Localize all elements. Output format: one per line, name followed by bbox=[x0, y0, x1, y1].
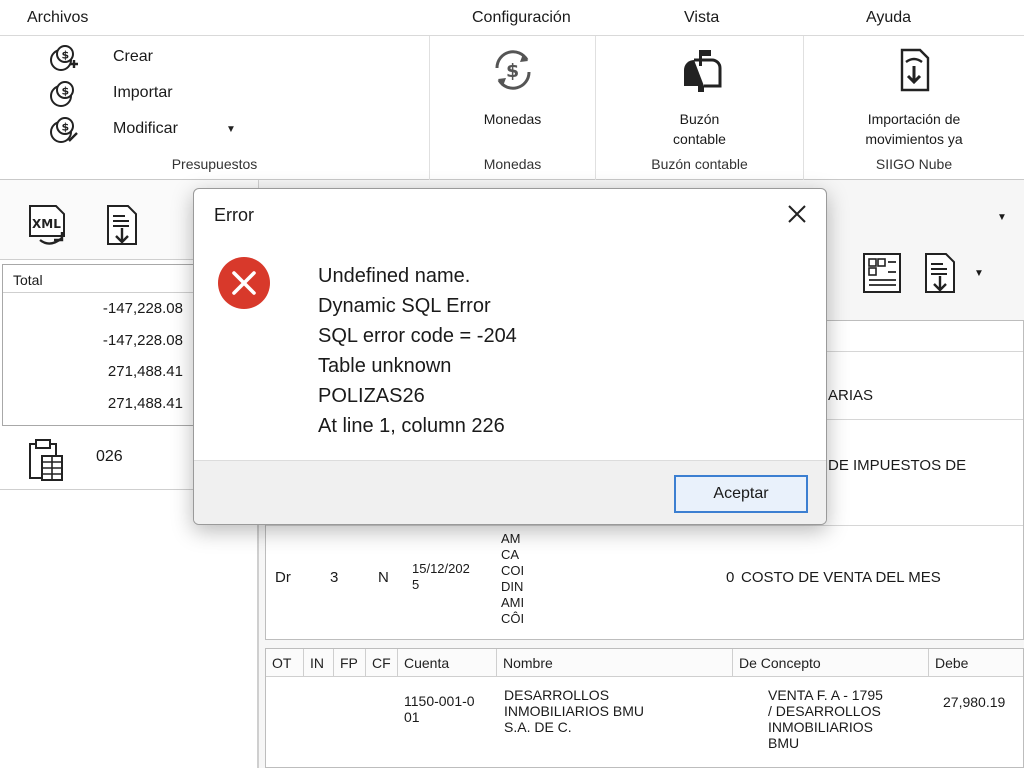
importacion-movimientos-button[interactable]: Importación de movimientos ya bbox=[804, 46, 1024, 149]
xml-label: XML bbox=[32, 217, 61, 231]
menu-ayuda[interactable]: Ayuda bbox=[866, 9, 911, 27]
importar-label: Importar bbox=[113, 84, 173, 101]
detail-grid: OT IN FP CF Cuenta Nombre De Concepto De… bbox=[265, 648, 1024, 768]
error-line: Table unknown bbox=[318, 355, 452, 377]
group-monedas: $ Monedas Monedas bbox=[430, 36, 596, 180]
group-title-monedas: Monedas bbox=[483, 156, 542, 172]
error-dialog: Error Undefined name. Dynamic SQL Error … bbox=[193, 188, 827, 525]
column-header-debe[interactable]: Debe bbox=[929, 649, 1023, 677]
crear-label: Crear bbox=[113, 48, 154, 65]
error-line: At line 1, column 226 bbox=[318, 415, 505, 437]
entry-number[interactable]: 3 bbox=[330, 569, 338, 586]
column-header-in[interactable]: IN bbox=[304, 649, 334, 677]
mailbox-icon bbox=[683, 50, 721, 92]
entry-date[interactable]: 15/12/202 5 bbox=[412, 561, 470, 593]
entry-type[interactable]: Dr bbox=[275, 569, 291, 586]
partial-row-text[interactable]: DE IMPUESTOS DE bbox=[828, 457, 966, 474]
svg-text:$: $ bbox=[62, 85, 70, 98]
entry-truncated-name[interactable]: AM CA COI DIN AMI CÔI bbox=[501, 531, 524, 627]
column-header-de-concepto[interactable]: De Concepto bbox=[733, 649, 929, 677]
svg-text:$: $ bbox=[62, 49, 70, 62]
column-header-nombre[interactable]: Nombre bbox=[497, 649, 733, 677]
detail-debe[interactable]: 27,980.19 bbox=[943, 694, 1005, 710]
chevron-down-icon[interactable]: ▼ bbox=[974, 268, 984, 279]
crear-button[interactable]: $ Crear bbox=[48, 42, 153, 72]
svg-text:$: $ bbox=[62, 121, 70, 134]
monedas-button[interactable]: $ Monedas bbox=[430, 46, 595, 129]
chevron-down-icon[interactable]: ▼ bbox=[997, 212, 1007, 223]
menu-configuracion[interactable]: Configuración bbox=[472, 9, 571, 27]
group-siigo: Importación de movimientos ya SIIGO Nube bbox=[804, 36, 1024, 180]
error-line: SQL error code = -204 bbox=[318, 325, 517, 347]
document-download-icon[interactable] bbox=[922, 252, 958, 296]
xml-export-icon[interactable]: XML bbox=[26, 204, 72, 248]
error-message: Undefined name. Dynamic SQL Error SQL er… bbox=[318, 261, 517, 441]
chevron-down-icon[interactable]: ▼ bbox=[226, 124, 236, 135]
menu-archivos[interactable]: Archivos bbox=[27, 9, 88, 27]
document-download-icon[interactable] bbox=[104, 204, 140, 248]
entry-amount[interactable]: 0 bbox=[726, 569, 734, 586]
column-header-cuenta[interactable]: Cuenta bbox=[398, 649, 497, 677]
currency-exchange-icon: $ bbox=[494, 50, 531, 90]
record-number: 026 bbox=[96, 448, 123, 465]
menu-vista[interactable]: Vista bbox=[684, 9, 719, 27]
column-header-fp[interactable]: FP bbox=[334, 649, 366, 677]
svg-text:$: $ bbox=[506, 60, 519, 82]
detail-nombre[interactable]: DESARROLLOS INMOBILIARIOS BMU S.A. DE C. bbox=[504, 687, 644, 735]
entry-flag[interactable]: N bbox=[378, 569, 389, 586]
money-bag-edit-icon: $ bbox=[50, 117, 78, 143]
column-header-cf[interactable]: CF bbox=[366, 649, 398, 677]
dialog-title: Error bbox=[214, 205, 254, 225]
money-bag-add-icon: $ bbox=[50, 45, 78, 71]
monedas-label: Monedas bbox=[483, 111, 542, 127]
clipboard-sheet-icon[interactable] bbox=[26, 438, 66, 482]
siigo-label-line2: movimientos ya bbox=[865, 131, 963, 147]
modificar-label: Modificar bbox=[113, 120, 178, 137]
entry-concept[interactable]: COSTO DE VENTA DEL MES bbox=[741, 569, 941, 586]
menu-bar: Archivos Configuración Vista Ayuda bbox=[0, 0, 1024, 36]
group-title-presupuestos: Presupuestos bbox=[171, 156, 258, 172]
partial-row-text[interactable]: ARIAS bbox=[828, 387, 873, 404]
group-title-siigo: SIIGO Nube bbox=[875, 156, 953, 172]
group-title-buzon: Buzón contable bbox=[651, 156, 748, 172]
siigo-label-line1: Importación de bbox=[867, 111, 961, 127]
detail-concepto[interactable]: VENTA F. A - 1795 / DESARROLLOS INMOBILI… bbox=[768, 687, 883, 751]
error-icon bbox=[218, 257, 270, 309]
detail-cuenta[interactable]: 1150-001-0 01 bbox=[404, 693, 475, 725]
buzon-label-line1: Buzón bbox=[679, 111, 720, 127]
money-bag-import-icon: $ bbox=[50, 81, 74, 107]
close-icon[interactable] bbox=[784, 201, 810, 227]
buzon-contable-button[interactable]: Buzón contable bbox=[596, 46, 803, 149]
group-buzon: Buzón contable Buzón contable bbox=[596, 36, 804, 180]
error-line: Dynamic SQL Error bbox=[318, 295, 491, 317]
document-import-icon bbox=[900, 48, 930, 92]
error-line: POLIZAS26 bbox=[318, 385, 425, 407]
modificar-button[interactable]: $ Modificar ▼ bbox=[48, 114, 236, 144]
form-view-icon[interactable] bbox=[862, 252, 902, 294]
group-presupuestos: $ Crear $ Importar $ Modificar ▼ Presupu… bbox=[0, 36, 430, 180]
buzon-label-line2: contable bbox=[673, 131, 726, 147]
error-line: Undefined name. bbox=[318, 265, 471, 287]
column-header-ot[interactable]: OT bbox=[266, 649, 304, 677]
left-empty-area bbox=[0, 490, 258, 768]
importar-button[interactable]: $ Importar bbox=[48, 78, 173, 108]
right-toolbar: ▼ bbox=[826, 242, 1024, 304]
aceptar-button[interactable]: Aceptar bbox=[674, 475, 808, 513]
ribbon: $ Crear $ Importar $ Modificar ▼ Presupu… bbox=[0, 36, 1024, 180]
